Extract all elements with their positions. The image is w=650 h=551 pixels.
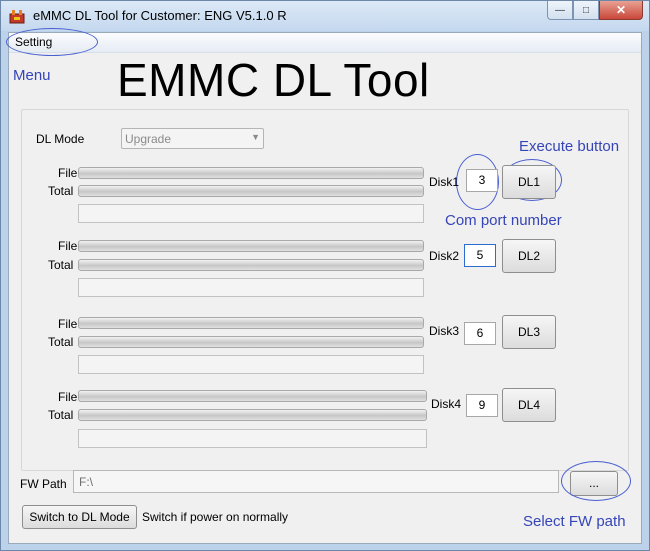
total-progress-fill — [79, 186, 423, 196]
menu-highlight-ellipse — [6, 28, 98, 56]
file-progress-fill — [79, 318, 423, 328]
disk-label: Disk4 — [431, 397, 462, 411]
total-label: Total — [48, 258, 74, 272]
client-area: Setting Menu EMMC DL Tool DL Mode Upgrad… — [6, 28, 642, 544]
file-progress-bar — [78, 167, 424, 179]
maximize-button[interactable]: □ — [573, 1, 599, 20]
com-port-input[interactable]: 6 — [464, 322, 496, 345]
dl3-button[interactable]: DL3 — [502, 315, 556, 349]
com-port-annotation: Com port number — [445, 212, 562, 229]
file-progress-fill — [79, 168, 423, 178]
disk-label: Disk1 — [429, 175, 460, 189]
file-progress-bar — [78, 240, 424, 252]
minimize-button[interactable]: — — [547, 1, 573, 20]
com-port-input[interactable]: 3 — [466, 169, 498, 192]
app-window: eMMC DL Tool for Customer: ENG V5.1.0 R … — [0, 0, 650, 551]
total-progress-fill — [79, 337, 423, 347]
switch-to-dl-mode-button[interactable]: Switch to DL Mode — [22, 505, 137, 529]
file-progress-bar — [78, 390, 427, 402]
total-progress-bar — [78, 259, 424, 271]
title-bar[interactable]: eMMC DL Tool for Customer: ENG V5.1.0 R … — [1, 1, 649, 31]
select-fw-annotation: Select FW path — [523, 513, 626, 530]
menu-annotation: Menu — [13, 67, 51, 84]
total-progress-fill — [79, 260, 423, 270]
app-icon — [9, 10, 25, 24]
dl4-button[interactable]: DL4 — [502, 388, 556, 422]
com-port-input[interactable]: 9 — [466, 394, 498, 417]
disk-status-box — [78, 204, 424, 223]
file-label: File — [58, 239, 78, 253]
dl-mode-select[interactable]: Upgrade ▼ — [121, 128, 264, 149]
total-label: Total — [48, 184, 74, 198]
fw-path-value: F:\ — [79, 475, 93, 489]
disk-status-box — [78, 429, 427, 448]
total-progress-bar — [78, 336, 424, 348]
app-title: EMMC DL Tool — [117, 54, 430, 106]
com-port-input[interactable]: 5 — [464, 244, 496, 267]
fw-path-field[interactable]: F:\ — [73, 470, 559, 493]
total-label: Total — [48, 335, 74, 349]
switch-hint: Switch if power on normally — [142, 510, 289, 524]
close-button[interactable]: ✕ — [599, 1, 643, 20]
execute-annotation: Execute button — [519, 138, 620, 155]
total-label: Total — [48, 408, 74, 422]
window-title: eMMC DL Tool for Customer: ENG V5.1.0 R — [33, 8, 287, 23]
file-progress-fill — [79, 391, 426, 401]
total-progress-bar — [78, 185, 424, 197]
total-progress-bar — [78, 409, 427, 421]
file-label: File — [58, 390, 78, 404]
fw-browse-highlight-ellipse — [561, 461, 631, 501]
chevron-down-icon: ▼ — [251, 132, 260, 142]
disk-status-box — [78, 355, 424, 374]
disk-status-box — [78, 278, 424, 297]
disk-label: Disk3 — [429, 324, 460, 338]
file-label: File — [58, 317, 78, 331]
fw-path-label: FW Path — [20, 477, 67, 491]
disk-label: Disk2 — [429, 249, 460, 263]
total-progress-fill — [79, 410, 426, 420]
window-controls: — □ ✕ — [547, 1, 643, 21]
menu-bar: Setting — [9, 33, 641, 53]
dl1-button[interactable]: DL1 — [502, 165, 556, 199]
dl-mode-label: DL Mode — [36, 132, 85, 146]
dl-mode-value: Upgrade — [125, 132, 172, 146]
dl2-button[interactable]: DL2 — [502, 239, 556, 273]
file-progress-fill — [79, 241, 423, 251]
file-progress-bar — [78, 317, 424, 329]
file-label: File — [58, 166, 78, 180]
